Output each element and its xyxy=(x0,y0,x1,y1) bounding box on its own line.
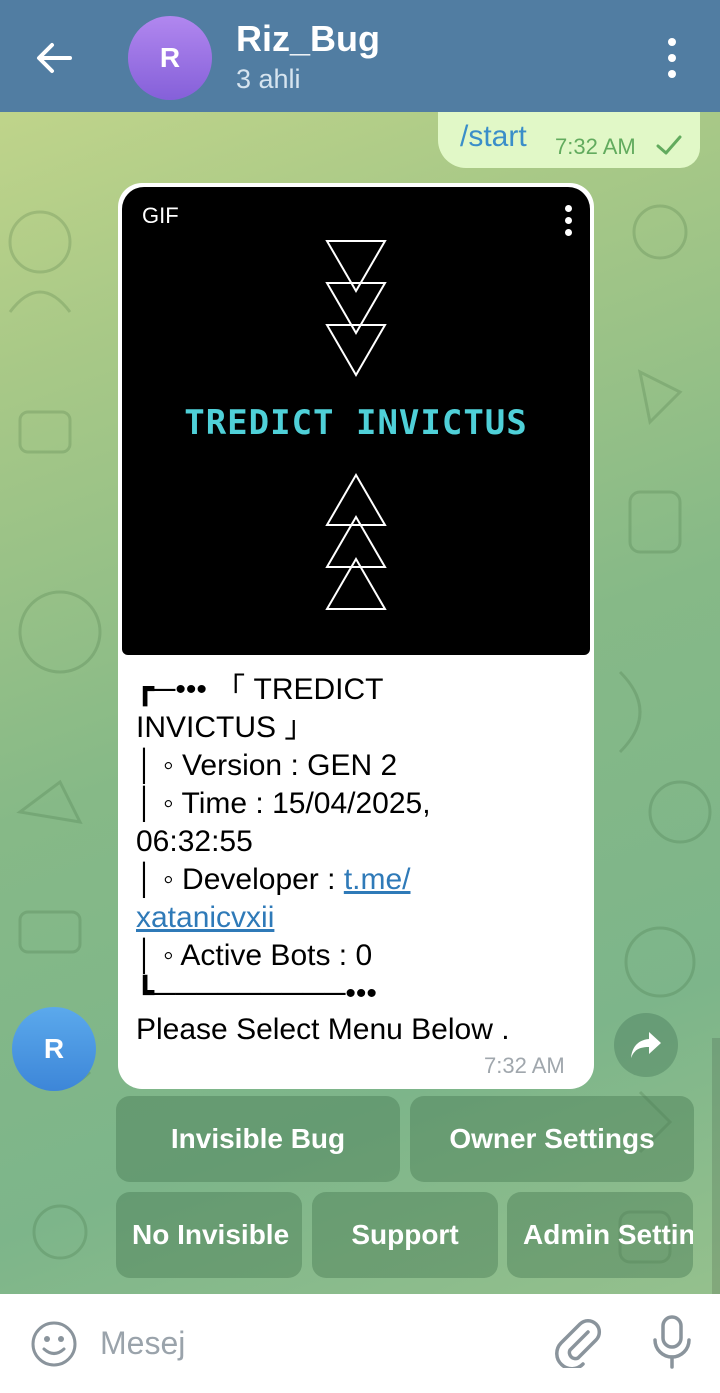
smiley-icon xyxy=(31,1321,77,1367)
avatar-letter: R xyxy=(43,1033,65,1064)
message-footer: Please Select Menu Below . xyxy=(136,1013,510,1046)
developer-line: │ ◦ Developer : t.me/ xyxy=(136,861,576,899)
message-line: │ ◦ Time : 15/04/2025, xyxy=(136,787,431,820)
back-button[interactable] xyxy=(30,34,78,82)
share-arrow-icon xyxy=(631,1032,661,1058)
microphone-icon xyxy=(653,1315,691,1369)
developer-label: │ ◦ Developer : xyxy=(136,863,344,896)
forward-button[interactable] xyxy=(614,1013,678,1077)
microphone-button[interactable] xyxy=(650,1314,694,1375)
message-line: ┗─────────••• xyxy=(136,977,377,1010)
developer-link-continued[interactable]: xatanicvxii xyxy=(136,901,274,934)
message-line: ┏─••• 「 TREDICT xyxy=(136,673,384,706)
admin-settings-button[interactable]: Admin Settings xyxy=(507,1192,693,1278)
owner-settings-button[interactable]: Owner Settings xyxy=(410,1096,694,1182)
avatar-letter: R xyxy=(159,42,181,73)
message-line: 06:32:55 xyxy=(136,825,253,858)
scrollbar[interactable] xyxy=(712,1038,720,1294)
message-line: │ ◦ Version : GEN 2 xyxy=(136,749,398,782)
kebab-dot-icon xyxy=(668,38,676,46)
kebab-dot-icon xyxy=(564,229,572,236)
message-input-bar xyxy=(0,1294,720,1393)
incoming-message-time: 7:32 AM xyxy=(484,1053,565,1078)
invisible-bug-button[interactable]: Invisible Bug xyxy=(116,1096,400,1182)
attach-button[interactable] xyxy=(552,1316,602,1373)
outgoing-message-text: /start xyxy=(460,120,527,153)
kebab-dot-icon xyxy=(668,54,676,62)
developer-link[interactable]: t.me/ xyxy=(344,863,411,896)
chat-title[interactable]: Riz_Bug xyxy=(236,18,380,60)
outgoing-message[interactable]: /start 7:32 AM xyxy=(438,112,700,168)
more-menu-button[interactable] xyxy=(650,30,694,86)
group-avatar[interactable]: R xyxy=(128,16,212,100)
paperclip-icon xyxy=(555,1318,602,1371)
message-body: ┏─••• 「 TREDICT INVICTUS 」 │ ◦ Version :… xyxy=(136,671,576,1013)
chat-header: R Riz_Bug 3 ahli xyxy=(0,0,720,112)
gif-badge: GIF xyxy=(142,203,179,228)
kebab-dot-icon xyxy=(564,217,572,224)
check-icon xyxy=(656,135,682,155)
message-line: INVICTUS 」 xyxy=(136,711,315,744)
outgoing-message-time: 7:32 AM xyxy=(555,134,636,159)
developer-link-line: xatanicvxii xyxy=(136,899,576,937)
member-count: 3 ahli xyxy=(236,64,301,94)
message-line: │ ◦ Active Bots : 0 xyxy=(136,939,373,972)
arrow-left-icon xyxy=(37,43,72,73)
message-input[interactable] xyxy=(100,1320,520,1366)
sender-avatar[interactable]: R xyxy=(12,1007,96,1091)
incoming-message[interactable]: TREDICT INVICTUS GIF ┏─••• 「 TREDICT INV… xyxy=(118,183,594,1089)
gif-title-text: TREDICT INVICTUS xyxy=(184,403,528,443)
kebab-dot-icon xyxy=(668,70,676,78)
gif-more-button[interactable] xyxy=(558,205,578,245)
support-button[interactable]: Support xyxy=(312,1192,498,1278)
emoji-button[interactable] xyxy=(30,1320,78,1373)
gif-media[interactable]: TREDICT INVICTUS GIF xyxy=(122,187,590,655)
kebab-dot-icon xyxy=(564,205,572,212)
no-invisible-button[interactable]: No Invisible xyxy=(116,1192,302,1278)
gif-animation-art: TREDICT INVICTUS xyxy=(184,240,528,610)
